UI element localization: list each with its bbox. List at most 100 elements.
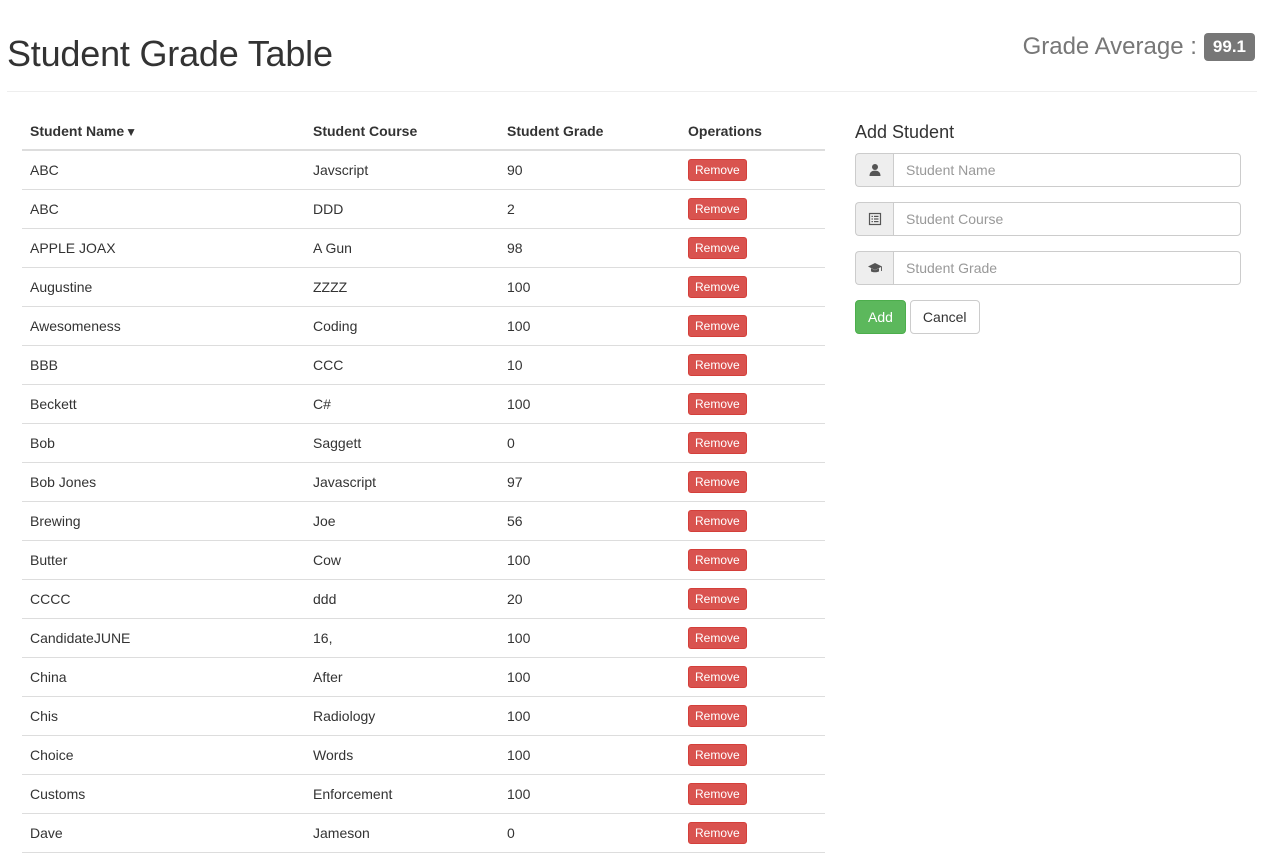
student-name-cell: Dave [22,813,305,853]
table-row: ABC DDD 2 Remove [22,189,825,229]
remove-button[interactable]: Remove [688,393,747,415]
student-course-cell: ZZZZ [305,267,499,307]
student-name-cell: Awesomeness [22,306,305,346]
student-name-group [855,153,1241,187]
student-grade-cell: 100 [499,696,680,736]
operations-cell: Remove [680,579,825,619]
student-grade-cell: 90 [499,149,680,190]
remove-button[interactable]: Remove [688,198,747,220]
cancel-button[interactable]: Cancel [909,300,980,334]
student-grade-cell: 98 [499,228,680,268]
grade-average-label: Grade Average : [1022,33,1197,60]
table-row: BBB CCC 10 Remove [22,345,825,385]
add-button[interactable]: Add [855,300,906,334]
remove-button[interactable]: Remove [688,822,747,844]
student-name-cell: ABC [22,189,305,229]
student-course-cell: Javscript [305,149,499,190]
column-header-student-grade[interactable]: Student Grade [499,112,680,151]
table-row: ABC Javscript 90 Remove [22,149,825,190]
operations-cell: Remove [680,501,825,541]
operations-cell: Remove [680,149,825,190]
student-name-cell: CandidateJUNE [22,618,305,658]
student-course-cell: ddd [305,579,499,619]
grade-average-badge: 99.1 [1203,33,1255,61]
remove-button[interactable]: Remove [688,666,747,688]
student-grade-cell: 10 [499,345,680,385]
table-body: ABC Javscript 90 Remove ABC DDD 2 Remove APPLE J… [22,149,825,853]
remove-button[interactable]: Remove [688,510,747,532]
student-course-cell: A Gun [305,228,499,268]
column-header-student-course[interactable]: Student Course [305,112,499,151]
student-course-input[interactable] [893,202,1241,236]
operations-cell: Remove [680,189,825,229]
remove-button[interactable]: Remove [688,783,747,805]
student-course-cell: Joe [305,501,499,541]
table-header-row: Student Name▼ Student Course Student Gra… [22,112,825,151]
remove-button[interactable]: Remove [688,549,747,571]
table-row: Beckett C# 100 Remove [22,384,825,424]
student-grade-cell: 56 [499,501,680,541]
student-course-cell: Saggett [305,423,499,463]
student-course-group [855,202,1241,236]
student-course-cell: After [305,657,499,697]
remove-button[interactable]: Remove [688,432,747,454]
table-row: Choice Words 100 Remove [22,735,825,775]
student-grade-cell: 2 [499,189,680,229]
student-course-cell: Enforcement [305,774,499,814]
table-row: Chis Radiology 100 Remove [22,696,825,736]
student-course-cell: CCC [305,345,499,385]
operations-cell: Remove [680,462,825,502]
remove-button[interactable]: Remove [688,744,747,766]
remove-button[interactable]: Remove [688,276,747,298]
student-name-cell: Butter [22,540,305,580]
student-grade-cell: 100 [499,774,680,814]
student-course-cell: Radiology [305,696,499,736]
table-row: Bob Saggett 0 Remove [22,423,825,463]
sort-student-name-link[interactable]: Student Name▼ [30,123,137,139]
remove-button[interactable]: Remove [688,159,747,181]
student-name-cell: Chis [22,696,305,736]
operations-cell: Remove [680,384,825,424]
remove-button[interactable]: Remove [688,315,747,337]
student-course-cell: C# [305,384,499,424]
remove-button[interactable]: Remove [688,354,747,376]
add-student-title: Add Student [855,122,955,142]
remove-button[interactable]: Remove [688,237,747,259]
sort-descending-icon: ▼ [125,124,138,139]
header-divider [7,91,1257,92]
remove-button[interactable]: Remove [688,471,747,493]
student-course-cell: Javascript [305,462,499,502]
column-header-operations: Operations [680,112,825,151]
student-course-cell: Words [305,735,499,775]
operations-cell: Remove [680,345,825,385]
student-course-cell: 16, [305,618,499,658]
table-row: CCCC ddd 20 Remove [22,579,825,619]
student-grade-cell: 100 [499,540,680,580]
table-row: Awesomeness Coding 100 Remove [22,306,825,346]
user-icon [855,153,893,187]
column-header-student-name[interactable]: Student Name▼ [22,112,305,151]
student-course-cell: Cow [305,540,499,580]
operations-cell: Remove [680,267,825,307]
student-course-cell: Jameson [305,813,499,853]
operations-cell: Remove [680,696,825,736]
remove-button[interactable]: Remove [688,588,747,610]
operations-cell: Remove [680,618,825,658]
table-row: Augustine ZZZZ 100 Remove [22,267,825,307]
student-grade-input[interactable] [893,251,1241,285]
operations-cell: Remove [680,735,825,775]
student-course-cell: Coding [305,306,499,346]
operations-cell: Remove [680,423,825,463]
table-row: Bob Jones Javascript 97 Remove [22,462,825,502]
operations-cell: Remove [680,774,825,814]
student-name-cell: Brewing [22,501,305,541]
remove-button[interactable]: Remove [688,705,747,727]
add-student-panel: Add Student Student Name Student Course … [855,120,1241,334]
remove-button[interactable]: Remove [688,627,747,649]
student-name-cell: CCCC [22,579,305,619]
student-name-cell: ABC [22,149,305,190]
table-row: CandidateJUNE 16, 100 Remove [22,618,825,658]
student-name-cell: Beckett [22,384,305,424]
student-name-input[interactable] [893,153,1241,187]
table-row: Dave Jameson 0 Remove [22,813,825,853]
